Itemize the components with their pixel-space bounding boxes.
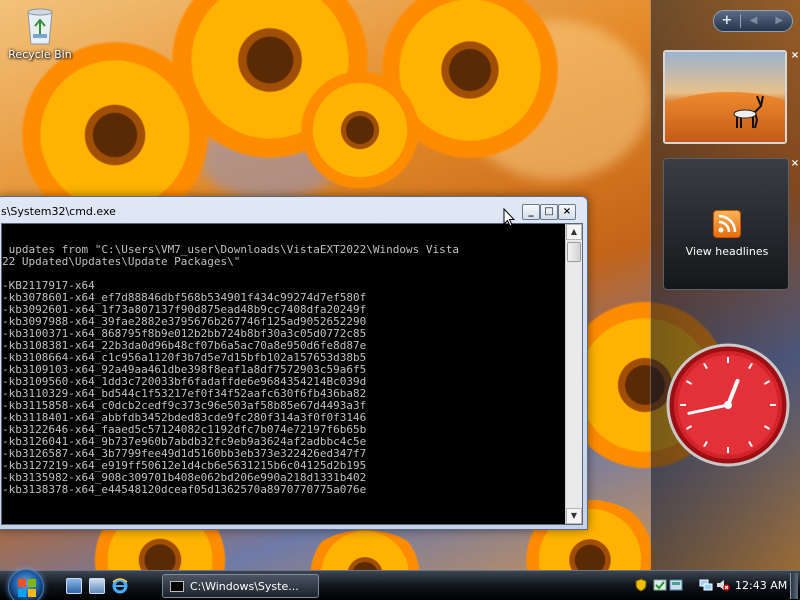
oryx-icon	[733, 95, 764, 129]
scroll-up-icon[interactable]: ▲	[566, 224, 582, 240]
wallpaper-flower	[300, 70, 420, 190]
vertical-scrollbar[interactable]: ▲ ▼	[565, 224, 582, 524]
window-titlebar[interactable]: s\System32\cmd.exe _ □ ×	[0, 197, 587, 225]
show-desktop-icon[interactable]	[66, 578, 82, 594]
windows-sidebar: + ◀ ▶ × × View headlines	[650, 0, 800, 570]
close-button[interactable]: ×	[558, 204, 576, 220]
switch-windows-icon[interactable]	[89, 578, 105, 594]
windows-logo-icon	[18, 579, 36, 597]
command-prompt-icon	[170, 581, 184, 592]
feed-headlines-gadget[interactable]: View headlines	[663, 158, 789, 290]
scroll-down-icon[interactable]: ▼	[566, 508, 582, 524]
scrollbar-thumb[interactable]	[567, 242, 581, 262]
console-line: -kb3138378-x64_e44548120dceaf05d1362570a…	[2, 483, 367, 496]
console-output[interactable]: updates from "C:\Users\VM7_user\Download…	[1, 223, 583, 525]
add-gadget-button[interactable]: +	[714, 11, 740, 31]
feed-close-icon[interactable]: ×	[790, 158, 800, 169]
previous-gadgets-button[interactable]: ◀	[741, 11, 767, 31]
start-button[interactable]	[8, 569, 44, 600]
recycle-bin-icon	[25, 4, 55, 46]
taskbar: C:\Windows\Syste... 12:43 AM	[0, 569, 800, 600]
show-desktop-button[interactable]	[790, 573, 798, 599]
update-icon[interactable]	[653, 578, 667, 592]
wallpaper-flower	[300, 530, 430, 570]
taskbar-button-cmd[interactable]: C:\Windows\Syste...	[162, 574, 319, 598]
view-headlines-link[interactable]: View headlines	[664, 245, 790, 258]
next-gadgets-button[interactable]: ▶	[766, 11, 792, 31]
console-text: updates from "C:\Users\VM7_user\Download…	[2, 232, 562, 524]
rss-icon	[713, 210, 741, 238]
recycle-bin-label: Recycle Bin	[8, 48, 72, 61]
taskbar-clock[interactable]: 12:43 AM	[735, 579, 787, 592]
network-icon[interactable]	[699, 578, 713, 592]
recycle-bin[interactable]: Recycle Bin	[4, 2, 76, 61]
command-prompt-window[interactable]: s\System32\cmd.exe _ □ × updates from "C…	[0, 196, 588, 530]
maximize-button[interactable]: □	[540, 204, 558, 220]
window-title: s\System32\cmd.exe	[1, 205, 116, 218]
sidebar-controls: + ◀ ▶	[713, 10, 793, 32]
clock-gadget[interactable]	[665, 342, 791, 468]
internet-explorer-icon[interactable]	[112, 578, 128, 594]
update-icon[interactable]	[669, 578, 683, 592]
slideshow-gadget[interactable]	[663, 50, 787, 144]
slideshow-image-dune	[665, 92, 785, 142]
minimize-button[interactable]: _	[522, 204, 540, 220]
taskbar-button-label: C:\Windows\Syste...	[190, 580, 299, 593]
slideshow-close-icon[interactable]: ×	[790, 50, 800, 61]
console-line: 22 Updated\Updates\Update Packages\"	[2, 255, 241, 268]
security-shield-icon[interactable]	[634, 578, 648, 592]
volume-muted-icon[interactable]	[716, 578, 730, 592]
mouse-pointer-icon	[503, 208, 515, 227]
